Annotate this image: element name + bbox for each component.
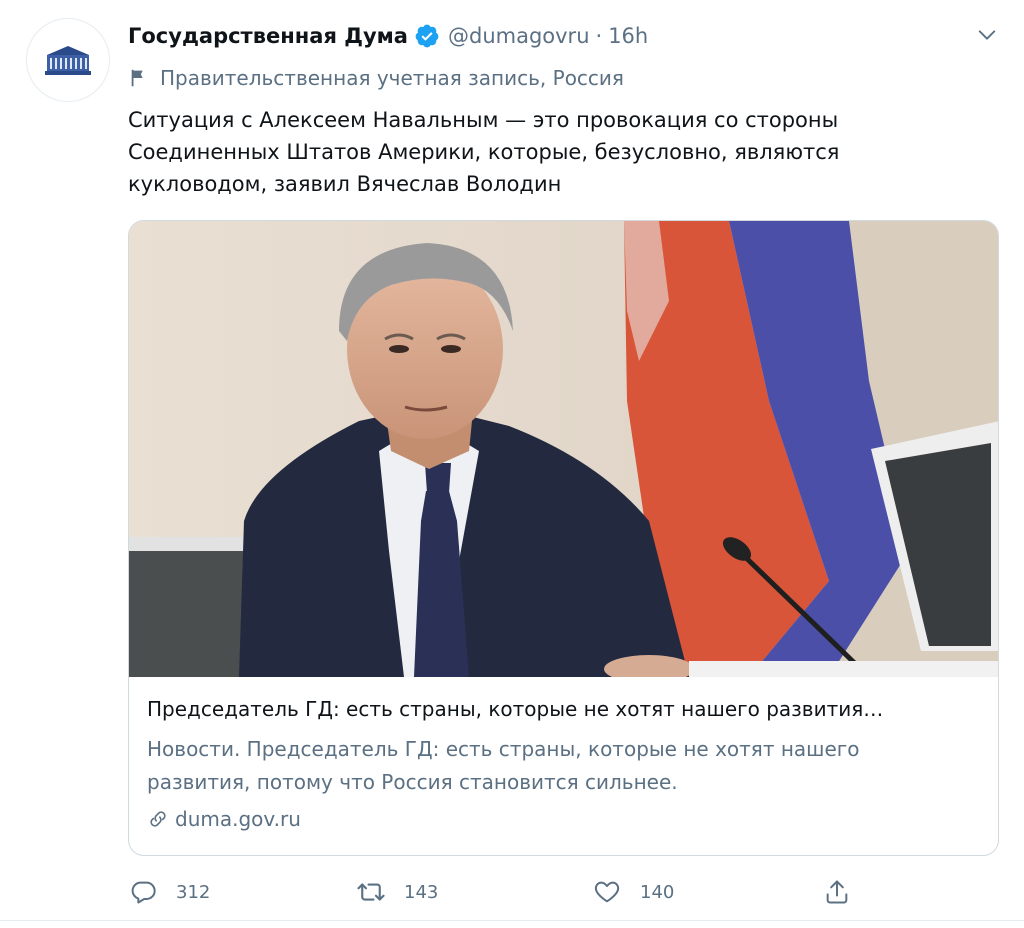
government-account-label: Правительственная учетная запись, Россия: [128, 64, 624, 92]
like-button[interactable]: 140: [592, 872, 674, 912]
retweet-icon: [356, 877, 386, 907]
tweet-text-line: Соединенных Штатов Америки, которые, без…: [128, 140, 840, 164]
tweet-text-line: Ситуация с Алексеем Навальным — это пров…: [128, 108, 839, 132]
link-preview-card[interactable]: Председатель ГД: есть страны, которые не…: [128, 220, 999, 856]
card-title[interactable]: Председатель ГД: есть страны, которые не…: [147, 697, 883, 721]
tweet-actions: 312 143 140: [128, 872, 868, 912]
reply-icon: [128, 877, 158, 907]
verified-badge-icon: [414, 23, 440, 49]
timestamp[interactable]: 16h: [608, 24, 648, 48]
handle[interactable]: @dumagovru: [448, 24, 590, 48]
link-icon: [147, 808, 169, 830]
retweet-count: 143: [404, 881, 439, 903]
card-description-line: развития, потому что Россия становится с…: [147, 770, 678, 794]
reply-button[interactable]: 312: [128, 872, 210, 912]
card-description-line: Новости. Председатель ГД: есть страны, к…: [147, 737, 860, 761]
tweet[interactable]: Государственная Дума @dumagovru · 16h Пр…: [0, 0, 1024, 928]
duma-building-logo: [45, 46, 91, 75]
avatar[interactable]: [26, 18, 110, 102]
share-icon: [822, 877, 852, 907]
card-description: Новости. Председатель ГД: есть страны, к…: [147, 733, 977, 799]
card-image[interactable]: [129, 221, 998, 683]
like-count: 140: [640, 881, 675, 903]
share-button[interactable]: [822, 872, 852, 912]
government-label-text: Правительственная учетная запись, Россия: [160, 66, 624, 90]
flag-icon: [128, 67, 150, 89]
heart-icon: [592, 877, 622, 907]
tweet-text-line: кукловодом, заявил Вячеслав Володин: [128, 172, 562, 196]
card-domain-text[interactable]: duma.gov.ru: [175, 807, 301, 831]
separator-dot: ·: [595, 24, 603, 48]
tweet-divider: [0, 920, 1024, 921]
display-name[interactable]: Государственная Дума: [128, 24, 408, 48]
retweet-button[interactable]: 143: [356, 872, 438, 912]
chevron-down-icon[interactable]: [972, 20, 1002, 50]
reply-count: 312: [176, 881, 211, 903]
tweet-text: Ситуация с Алексеем Навальным — это пров…: [128, 104, 988, 200]
tweet-header: Государственная Дума @dumagovru · 16h: [128, 20, 648, 52]
card-domain[interactable]: duma.gov.ru: [147, 807, 301, 831]
